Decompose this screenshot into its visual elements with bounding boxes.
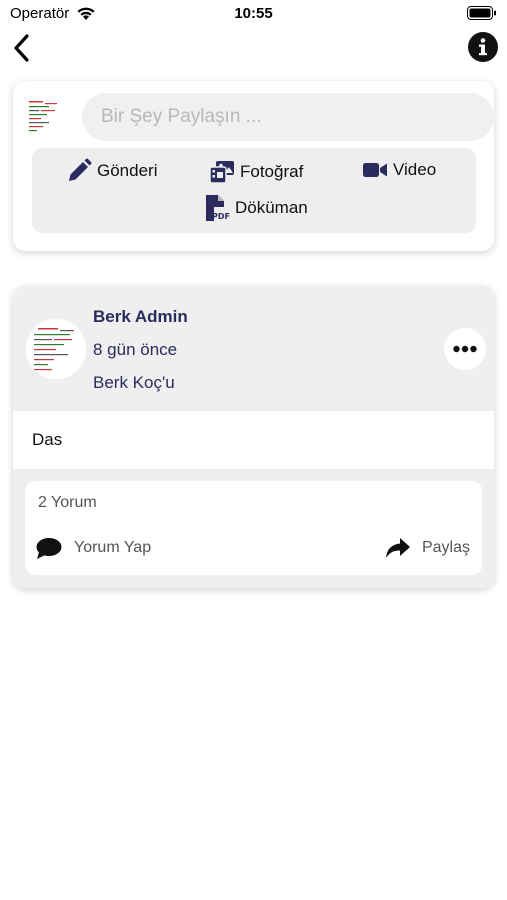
back-icon[interactable] bbox=[10, 32, 34, 64]
pdf-file-icon: PDF bbox=[206, 195, 230, 221]
document-button[interactable]: PDF Döküman bbox=[204, 194, 308, 222]
photo-button-label: Fotoğraf bbox=[240, 162, 304, 181]
post-text: Das bbox=[32, 430, 63, 449]
author-avatar[interactable] bbox=[26, 319, 86, 379]
svg-text:PDF: PDF bbox=[212, 212, 230, 221]
post-options-button[interactable] bbox=[444, 328, 486, 370]
composer-actions-panel: Gönderi Fotoğraf Video PDF Döküman bbox=[32, 148, 476, 233]
photos-icon bbox=[209, 161, 234, 184]
share-something-input[interactable] bbox=[82, 93, 494, 141]
battery-icon bbox=[467, 6, 496, 20]
share-button-label: Paylaş bbox=[421, 539, 470, 556]
status-time: 10:55 bbox=[234, 5, 273, 22]
post-actions-panel: 2 Yorum Yorum Yap Paylaş bbox=[25, 481, 482, 575]
share-button[interactable]: Paylaş bbox=[384, 536, 470, 560]
post-card: Berk Admin 8 gün önce Berk Koç'u Das 2 Y… bbox=[13, 286, 494, 588]
status-bar: Operatör 10:55 bbox=[0, 0, 507, 30]
user-avatar bbox=[25, 97, 69, 137]
share-icon bbox=[385, 538, 410, 558]
post-author-name[interactable]: Berk Admin bbox=[93, 307, 188, 327]
post-body: Das bbox=[13, 411, 494, 469]
video-camera-icon bbox=[363, 163, 387, 177]
comment-button[interactable]: Yorum Yap bbox=[35, 536, 151, 560]
comment-count[interactable]: 2 Yorum bbox=[38, 494, 97, 512]
author-avatar-image bbox=[26, 319, 86, 379]
post-target-user[interactable]: Berk Koç'u bbox=[93, 373, 175, 393]
post-header: Berk Admin 8 gün önce Berk Koç'u bbox=[13, 286, 494, 411]
video-button[interactable]: Video bbox=[362, 160, 436, 180]
photo-button[interactable]: Fotoğraf bbox=[209, 160, 303, 184]
video-button-label: Video bbox=[393, 160, 437, 179]
post-button[interactable]: Gönderi bbox=[66, 158, 157, 184]
document-button-label: Döküman bbox=[235, 198, 308, 217]
more-icon bbox=[453, 345, 477, 353]
info-icon[interactable] bbox=[467, 31, 499, 63]
nav-bar bbox=[0, 28, 507, 68]
post-composer-card: Gönderi Fotoğraf Video bbox=[13, 81, 494, 251]
post-button-label: Gönderi bbox=[97, 161, 158, 180]
comment-button-label: Yorum Yap bbox=[74, 539, 152, 556]
comment-icon bbox=[36, 538, 62, 559]
pencil-icon bbox=[69, 158, 92, 181]
post-timestamp: 8 gün önce bbox=[93, 340, 178, 359]
post-footer: 2 Yorum Yorum Yap Paylaş bbox=[13, 469, 494, 588]
